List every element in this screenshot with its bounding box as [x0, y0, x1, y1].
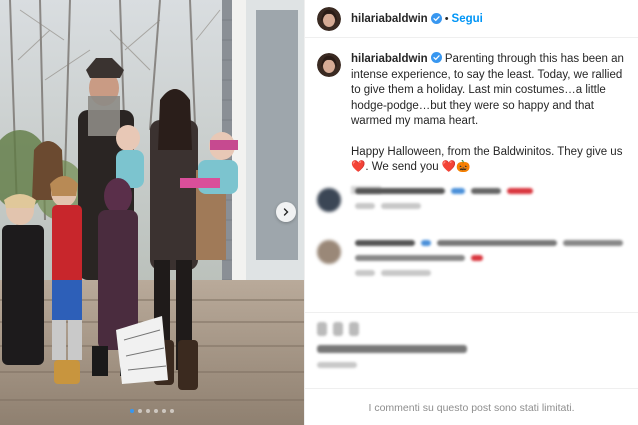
avatar [317, 240, 341, 264]
blurred-text [355, 188, 445, 194]
caption-username[interactable]: hilariabaldwin [351, 53, 428, 65]
carousel-dot-1 [130, 409, 134, 413]
post-sidebar: hilariabaldwin • Segui hilariabaldwin Pa… [304, 0, 638, 425]
halloween-family-photo [0, 0, 304, 425]
blurred-icon [317, 322, 327, 336]
comment-body-blurred [355, 188, 533, 212]
caption-paragraph-2: Happy Halloween, from the Baldwinitos. T… [351, 145, 623, 174]
blurred-icon [333, 322, 343, 336]
blurred-text [471, 188, 501, 194]
actions-blurred [317, 322, 467, 368]
avatar [317, 188, 341, 212]
blurred-text [563, 240, 623, 246]
comment-blurred [317, 188, 533, 212]
blurred-text [317, 345, 467, 353]
profile-picture [317, 53, 341, 77]
follow-button[interactable]: Segui [452, 13, 483, 25]
post-header: hilariabaldwin • Segui [305, 0, 638, 38]
carousel-dot-4 [154, 409, 158, 413]
blurred-text [507, 188, 533, 194]
blurred-text [317, 362, 357, 368]
blurred-text [471, 255, 483, 261]
blurred-text [437, 240, 557, 246]
verified-badge-icon [430, 52, 442, 63]
profile-picture [317, 6, 341, 31]
divider [305, 312, 638, 313]
comment-body-blurred [355, 240, 623, 276]
carousel-next-button[interactable] [276, 202, 296, 222]
comments-limited-notice: I commenti su questo post sono stati lim… [368, 402, 575, 414]
blurred-text [381, 270, 431, 276]
carousel-dot-3 [146, 409, 150, 413]
blurred-text [355, 255, 465, 261]
actions-body-blurred [317, 322, 467, 368]
divider [305, 388, 638, 389]
carousel-indicator [0, 409, 304, 413]
blurred-text [355, 203, 375, 209]
avatar[interactable] [317, 6, 341, 31]
caption-text: hilariabaldwin Parenting through this ha… [351, 52, 626, 176]
blurred-text [421, 240, 431, 246]
blurred-text [451, 188, 465, 194]
avatar[interactable] [317, 53, 341, 77]
username[interactable]: hilariabaldwin [351, 13, 428, 25]
post-photo[interactable] [0, 0, 304, 425]
blurred-text [355, 240, 415, 246]
comment-blurred [317, 240, 623, 276]
blurred-text [381, 203, 421, 209]
carousel-dot-6 [170, 409, 174, 413]
blurred-text [355, 270, 375, 276]
verified-badge-icon [430, 13, 442, 24]
chevron-right-icon [283, 208, 289, 216]
separator-dot: • [444, 12, 449, 25]
post-caption: hilariabaldwin Parenting through this ha… [305, 38, 638, 176]
blurred-icon [349, 322, 359, 336]
carousel-dot-2 [138, 409, 142, 413]
carousel-dot-5 [162, 409, 166, 413]
